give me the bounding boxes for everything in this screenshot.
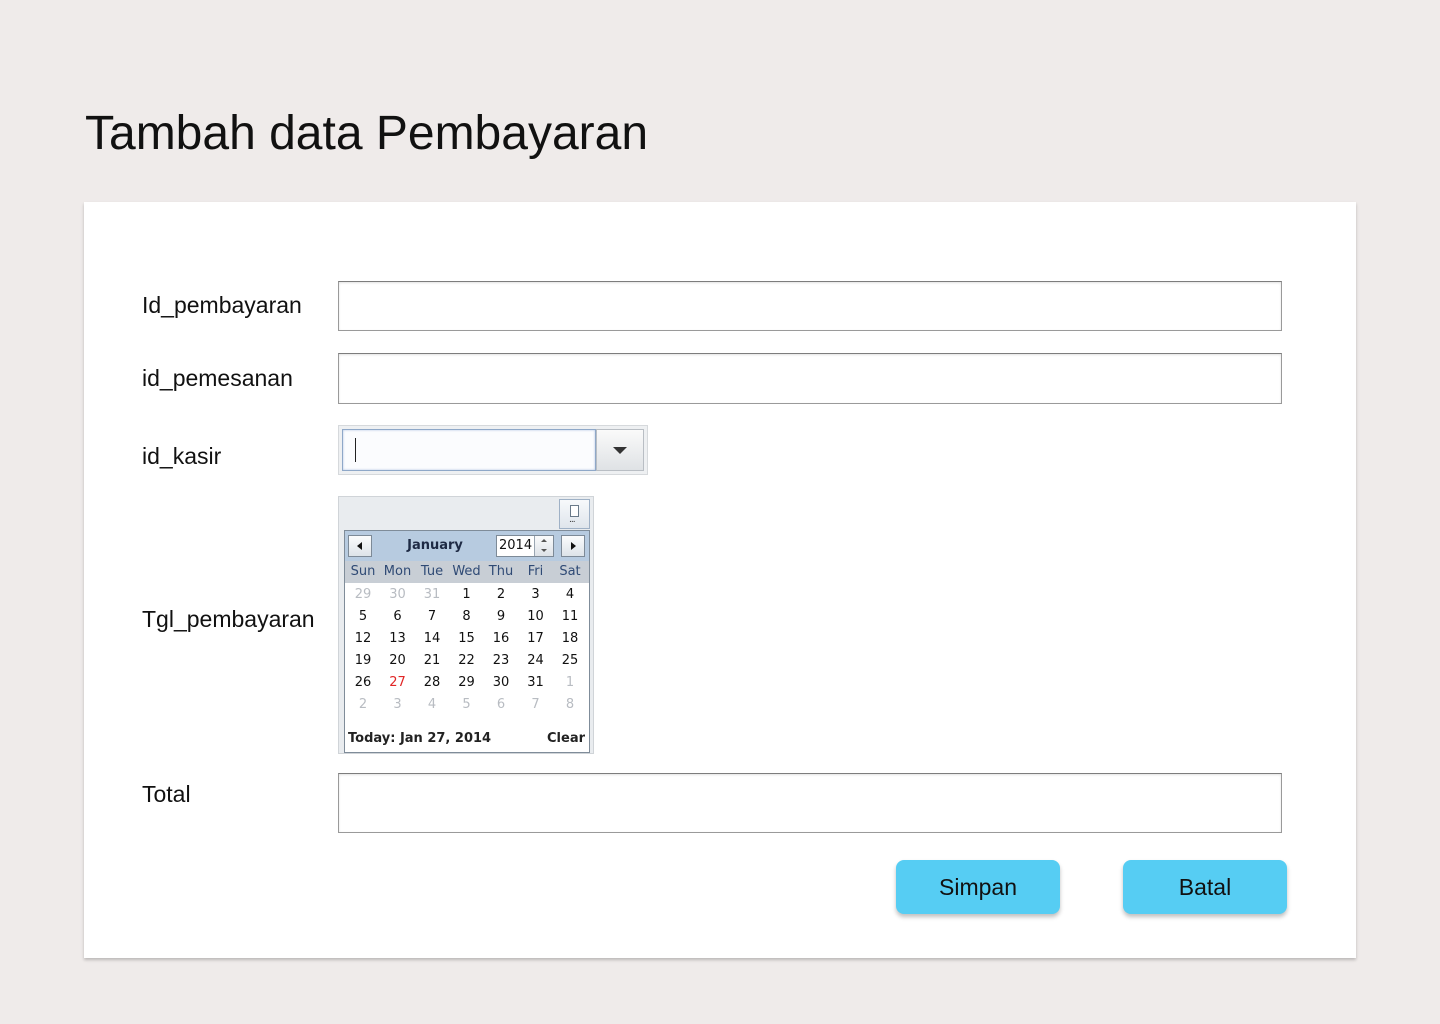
id-pemesanan-label: id_pemesanan	[142, 365, 293, 391]
form-card: Id_pembayaran id_pemesanan id_kasir Tgl_…	[84, 202, 1356, 958]
calendar-day[interactable]: 7	[415, 609, 449, 624]
calendar-day-other-month[interactable]: 3	[381, 697, 415, 712]
weekday-sat: Sat	[559, 564, 581, 579]
calendar-day[interactable]: 9	[484, 609, 518, 624]
save-button[interactable]: Simpan	[896, 860, 1060, 914]
calendar-day[interactable]: 27	[381, 675, 415, 690]
total-input[interactable]	[338, 773, 1282, 833]
calendar-day[interactable]: 19	[346, 653, 380, 668]
year-spinner[interactable]: 2014	[496, 535, 554, 557]
calendar-day[interactable]: 31	[519, 675, 553, 690]
calendar-day[interactable]: 29	[450, 675, 484, 690]
date-chooser: ... January 2014 Sun Mon Tue Wed Thu Fri…	[338, 496, 594, 754]
spin-up-icon[interactable]	[541, 539, 547, 542]
id-kasir-label: id_kasir	[142, 443, 222, 469]
weekday-mon: Mon	[383, 564, 412, 579]
weekday-sun: Sun	[350, 564, 376, 579]
calendar-day[interactable]: 15	[450, 631, 484, 646]
id-pembayaran-input[interactable]	[338, 281, 1282, 331]
calendar-day[interactable]: 3	[519, 587, 553, 602]
calendar-day[interactable]: 30	[484, 675, 518, 690]
calendar-day[interactable]: 20	[381, 653, 415, 668]
calendar-day[interactable]: 13	[381, 631, 415, 646]
calendar-day-other-month[interactable]: 5	[450, 697, 484, 712]
clear-button[interactable]: Clear	[547, 731, 585, 746]
calendar-day[interactable]: 4	[553, 587, 587, 602]
calendar-day-other-month[interactable]: 6	[484, 697, 518, 712]
calendar-day[interactable]: 11	[553, 609, 587, 624]
calendar-day-other-month[interactable]: 7	[519, 697, 553, 712]
calendar-day-other-month[interactable]: 2	[346, 697, 380, 712]
calendar-day-other-month[interactable]: 1	[553, 675, 587, 690]
next-month-button[interactable]	[561, 535, 585, 557]
year-spin-buttons[interactable]	[534, 536, 553, 556]
calendar-day[interactable]: 17	[519, 631, 553, 646]
calendar-footer: Today: Jan 27, 2014 Clear	[345, 726, 589, 752]
calendar-day-other-month[interactable]: 29	[346, 587, 380, 602]
calendar-day[interactable]: 22	[450, 653, 484, 668]
id-kasir-combobox[interactable]	[338, 425, 648, 475]
calendar-day[interactable]: 8	[450, 609, 484, 624]
arrow-right-icon	[571, 542, 576, 550]
calendar-day[interactable]: 14	[415, 631, 449, 646]
calendar-day-other-month[interactable]: 31	[415, 587, 449, 602]
month-label[interactable]: January	[405, 538, 465, 553]
calendar-toggle-button[interactable]: ...	[559, 499, 590, 529]
calendar-day[interactable]: 10	[519, 609, 553, 624]
spin-down-icon[interactable]	[541, 549, 547, 552]
calendar-day[interactable]: 28	[415, 675, 449, 690]
weekday-fri: Fri	[527, 564, 544, 579]
weekday-wed: Wed	[452, 564, 481, 579]
tgl-pembayaran-label: Tgl_pembayaran	[142, 606, 315, 632]
calendar-header: January 2014	[345, 531, 589, 561]
id-pembayaran-label: Id_pembayaran	[142, 292, 302, 318]
today-label[interactable]: Today: Jan 27, 2014	[348, 731, 491, 746]
total-label: Total	[142, 781, 191, 807]
calendar-day[interactable]: 6	[381, 609, 415, 624]
year-value[interactable]: 2014	[499, 538, 532, 553]
calendar-day[interactable]: 25	[553, 653, 587, 668]
calendar-day[interactable]: 1	[450, 587, 484, 602]
calendar-day[interactable]: 2	[484, 587, 518, 602]
calendar-day-other-month[interactable]: 4	[415, 697, 449, 712]
prev-month-button[interactable]	[348, 535, 372, 557]
calendar-day[interactable]: 12	[346, 631, 380, 646]
calendar-day[interactable]: 21	[415, 653, 449, 668]
calendar-day-other-month[interactable]: 30	[381, 587, 415, 602]
calendar-day[interactable]: 18	[553, 631, 587, 646]
dropdown-button[interactable]	[596, 429, 644, 471]
weekday-tue: Tue	[420, 564, 444, 579]
text-caret	[355, 438, 356, 462]
chevron-down-icon	[613, 447, 627, 454]
cancel-button[interactable]: Batal	[1123, 860, 1287, 914]
calendar-day-other-month[interactable]: 8	[553, 697, 587, 712]
weekday-thu: Thu	[488, 564, 514, 579]
calendar-day[interactable]: 16	[484, 631, 518, 646]
calendar-day[interactable]: 23	[484, 653, 518, 668]
calendar-day[interactable]: 24	[519, 653, 553, 668]
arrow-left-icon	[357, 542, 362, 550]
weekday-header: Sun Mon Tue Wed Thu Fri Sat	[345, 561, 589, 583]
id-kasir-field[interactable]	[342, 429, 596, 471]
page-title: Tambah data Pembayaran	[85, 107, 649, 160]
calendar-day[interactable]: 5	[346, 609, 380, 624]
calendar-popup: January 2014 Sun Mon Tue Wed Thu Fri Sat 29 30 3…	[344, 530, 590, 753]
calendar-day[interactable]: 26	[346, 675, 380, 690]
id-pemesanan-input[interactable]	[338, 353, 1282, 404]
